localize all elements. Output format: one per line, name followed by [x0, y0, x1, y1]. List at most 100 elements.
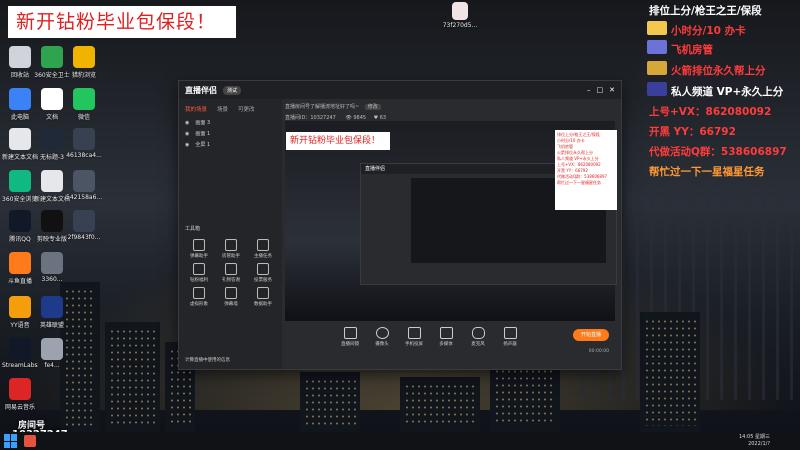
- windows-start-icon[interactable]: [4, 434, 18, 448]
- tab-editable[interactable]: 可更改: [238, 105, 255, 113]
- app-icon: [41, 252, 63, 274]
- desktop-icon-label: 剪映专业版: [36, 236, 67, 243]
- camera-button[interactable]: 摄像头: [367, 327, 397, 347]
- desktop-icon[interactable]: 文档: [34, 88, 70, 121]
- desktop-icon[interactable]: 微信: [66, 88, 102, 121]
- tools-header: 工具箱: [185, 226, 201, 232]
- live-timer: 00:00:00: [588, 349, 609, 354]
- tool-item[interactable]: 虚拟形象: [185, 287, 213, 307]
- desktop-icon[interactable]: 2f9843f0...: [66, 210, 102, 241]
- button-label: 多媒体: [439, 342, 453, 347]
- desktop-banner: 新开钻粉毕业包保段！: [8, 6, 236, 38]
- phone-cast-button[interactable]: 手机投屏: [399, 327, 429, 347]
- desktop-icon[interactable]: 3360...: [34, 252, 70, 283]
- desktop-icon[interactable]: 腾讯QQ: [2, 210, 38, 243]
- desktop-icon-label: 猎豹浏览: [71, 72, 96, 79]
- desktop-icon[interactable]: 360安全卫士: [34, 46, 70, 79]
- button-label: 手机投屏: [405, 342, 423, 347]
- overlay-line: 上号+VX：862080092: [649, 106, 772, 118]
- desktop-icon[interactable]: 回收站: [2, 46, 38, 79]
- status-text: 直播房间号了解播流地址好了吗~: [285, 104, 360, 110]
- desktop-icon[interactable]: 新建文本文档: [2, 128, 38, 161]
- app-logo: 直播伴侣: [185, 85, 217, 95]
- tool-item[interactable]: 主播任务: [249, 239, 277, 259]
- speaker-button[interactable]: 扬声器: [495, 327, 525, 347]
- tab-scenes[interactable]: 场景: [217, 105, 228, 113]
- desktop-icon-label: 360安全卫士: [34, 72, 70, 79]
- tool-label: 数据助手: [254, 302, 272, 307]
- scene-item[interactable]: ◉ 画面 3: [179, 117, 282, 128]
- desktop-icon[interactable]: 360安全浏览器: [2, 170, 38, 203]
- tool-item[interactable]: 钻粉福利: [185, 263, 213, 283]
- desktop-file-label: 73f270d5...: [442, 22, 478, 29]
- overlay-line: 火箭排位永久帮上分: [671, 65, 766, 77]
- app-icon: [9, 378, 31, 400]
- desktop-icon[interactable]: 无标题-3: [34, 128, 70, 161]
- scene-label: 画面 3: [195, 120, 211, 126]
- tool-icon: [257, 263, 269, 275]
- tool-item[interactable]: 弹幕助手: [185, 239, 213, 259]
- app-icon: [73, 46, 95, 68]
- overlay-line: 私人频道 VP+永久上分: [671, 86, 784, 98]
- tool-label: 房管助手: [222, 254, 240, 259]
- app-icon: [9, 210, 31, 232]
- maximize-icon[interactable]: □: [597, 86, 604, 94]
- tool-item[interactable]: 房管助手: [217, 239, 245, 259]
- desktop-icon[interactable]: fe4...: [34, 338, 70, 369]
- desktop-file-icon[interactable]: 73f270d5...: [440, 2, 480, 29]
- desktop-icon[interactable]: 英雄联盟: [34, 296, 70, 329]
- bottom-toolbar: 直播间镜 摄像头 手机投屏 多媒体 麦克风 扬声器 开始直播 00:00:00: [285, 325, 615, 365]
- desktop-icon-label: StreamLabs...: [2, 362, 38, 369]
- app-icon: [41, 88, 63, 110]
- desktop-icon[interactable]: 此电脑: [2, 88, 38, 121]
- app-icon: [73, 210, 95, 232]
- button-label: 摄像头: [375, 342, 389, 347]
- overlay-line: 飞机房管: [671, 44, 713, 56]
- tool-item[interactable]: 投票服务: [249, 263, 277, 283]
- start-live-button[interactable]: 开始直播: [573, 329, 609, 341]
- media-button[interactable]: 多媒体: [431, 327, 461, 347]
- app-titlebar[interactable]: 直播伴侣 测试 – □ ✕: [179, 81, 621, 99]
- system-clock[interactable]: 14:05 星期三 2022/1/?: [739, 434, 770, 448]
- overlay-line: 开黑 YY：66792: [649, 126, 736, 138]
- desktop-icon-label: 2f9843f0...: [67, 234, 101, 241]
- desktop-icon[interactable]: YY语音: [2, 296, 38, 329]
- tab-my-scenes[interactable]: 我的场景: [185, 105, 207, 113]
- eye-icon[interactable]: ◉: [185, 142, 189, 148]
- app-icon: [9, 128, 31, 150]
- desktop-icon[interactable]: StreamLabs...: [2, 338, 38, 369]
- desktop-icon-label: 英雄联盟: [39, 322, 64, 329]
- eye-icon[interactable]: ◉: [185, 131, 189, 137]
- scene-item[interactable]: ◉ 画面 1: [179, 128, 282, 139]
- microphone-button[interactable]: 麦克风: [463, 327, 493, 347]
- wallpaper-building: [105, 322, 160, 432]
- tool-item[interactable]: 礼物答谢: [217, 263, 245, 283]
- tool-label: 礼物答谢: [222, 278, 240, 283]
- desktop-icon[interactable]: 46138ca4...: [66, 128, 102, 159]
- desktop-icon[interactable]: 斗鱼直播: [2, 252, 38, 285]
- inner-panel-line: 帮忙过一下一星福星任务: [557, 180, 601, 185]
- tool-icon: [225, 287, 237, 299]
- eye-icon[interactable]: ◉: [185, 120, 189, 126]
- desktop-icon[interactable]: 新建文本文档: [34, 170, 70, 203]
- taskbar-app-icon[interactable]: [24, 435, 36, 447]
- tool-item[interactable]: 数据助手: [249, 287, 277, 307]
- desktop-icon[interactable]: 542158a6...: [66, 170, 102, 201]
- channel-icon: [647, 82, 667, 96]
- desktop-icon-label: YY语音: [10, 322, 30, 329]
- wallpaper-building: [300, 372, 360, 432]
- tool-item[interactable]: 弹幕墙: [217, 287, 245, 307]
- screen-capture-button[interactable]: 直播间镜: [335, 327, 365, 347]
- desktop-icon-label: 微信: [77, 114, 90, 121]
- button-label: 直播间镜: [341, 342, 359, 347]
- status-edit-button[interactable]: 修改: [364, 104, 381, 110]
- desktop-icon[interactable]: 猎豹浏览: [66, 46, 102, 79]
- app-icon: [73, 88, 95, 110]
- scene-item[interactable]: ◉ 全屏 1: [179, 139, 282, 150]
- desktop-icon[interactable]: 剪映专业版: [34, 210, 70, 243]
- close-icon[interactable]: ✕: [609, 86, 615, 94]
- overlay-line: 小时分/10 办卡: [671, 25, 746, 37]
- desktop-icon[interactable]: 网易云音乐: [2, 378, 38, 411]
- desktop-icon-label: 360安全浏览器: [2, 196, 38, 203]
- minimize-icon[interactable]: –: [587, 86, 591, 94]
